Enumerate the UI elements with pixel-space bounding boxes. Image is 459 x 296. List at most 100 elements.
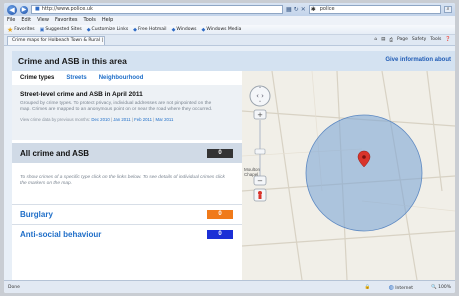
zoom-icon: 🔍 [431, 284, 437, 290]
globe-icon: ◍ [388, 283, 394, 291]
search-text: police [319, 6, 335, 12]
category-anti-social-behaviour[interactable]: Anti-social behaviour 0 [12, 224, 242, 243]
svg-text:‹ ›: ‹ › [256, 92, 264, 100]
month-link[interactable]: Dec 2010 [91, 117, 109, 122]
browser-toolbar: ◀ ▶ ■ http://www.police.uk ▦ ↻ ✕ ✱ polic… [4, 3, 455, 16]
monitor-bezel: ◀ ▶ ■ http://www.police.uk ▦ ↻ ✕ ✱ polic… [0, 0, 459, 296]
fav-customize-links[interactable]: ◆ Customize Links [87, 27, 128, 33]
map-canvas[interactable]: ‹ › ˄ ˅ + − Moulton Chapel [242, 71, 455, 280]
fav-label: Free Hotmail [138, 27, 167, 32]
crime-panel: Crime types Streets Neighbourhood Street… [12, 71, 242, 280]
zoom-level[interactable]: 🔍 100% [431, 285, 451, 290]
internet-zone: ◍ Internet [389, 284, 414, 291]
security-icon: 🔒 [364, 284, 371, 290]
category-burglary[interactable]: Burglary 0 [12, 204, 242, 223]
favorites-button[interactable]: ★ Favorites [7, 26, 35, 34]
instructions-text: To show crimes of a specific type click … [20, 175, 225, 186]
menu-view[interactable]: View [37, 16, 49, 25]
stop-icon[interactable]: ✕ [301, 6, 306, 13]
menu-bar: File Edit View Favorites Tools Help [4, 16, 455, 25]
fav-free-hotmail[interactable]: ◆ Free Hotmail [133, 27, 166, 33]
command-bar: ⌂ ▤ ⎙ Page Safety Tools ❓ [374, 37, 455, 43]
zone-label: Internet [395, 285, 414, 291]
previous-months-label: View crime data by previous months: [20, 117, 91, 122]
home-icon[interactable]: ⌂ [374, 37, 377, 43]
cmd-tools[interactable]: Tools [430, 37, 441, 43]
tab-streets[interactable]: Streets [66, 75, 86, 81]
description-box: Street-level crime and ASB in April 2011… [12, 85, 242, 140]
status-text: Done [8, 284, 20, 290]
fav-suggested-sites[interactable]: ▣ Suggested Sites [40, 27, 82, 33]
address-tools: ▦ ↻ ✕ [286, 6, 306, 13]
page-content: Crime and ASB in this area Give informat… [4, 46, 455, 280]
month-link[interactable]: Feb 2011 [134, 117, 152, 122]
favorites-bar: ★ Favorites ▣ Suggested Sites ◆ Customize … [4, 25, 455, 35]
compatibility-icon[interactable]: ▦ [286, 6, 292, 13]
help-icon[interactable]: ❓ [445, 37, 451, 43]
all-crime-label: All crime and ASB [20, 148, 90, 158]
menu-edit[interactable]: Edit [21, 16, 31, 25]
feeds-icon[interactable]: ▤ [381, 37, 385, 43]
zoom-label: 100% [438, 284, 451, 290]
crime-map[interactable]: ‹ › ˄ ˅ + − Moulton Chapel [242, 71, 455, 280]
status-bar: Done 🔒 ◍ Internet 🔍 100% [4, 280, 455, 293]
tab-neighbourhood[interactable]: Neighbourhood [99, 75, 144, 81]
address-text: http://www.police.uk [41, 6, 93, 12]
browser-window: ◀ ▶ ■ http://www.police.uk ▦ ↻ ✕ ✱ polic… [4, 3, 455, 293]
refresh-icon[interactable]: ↻ [294, 6, 299, 13]
map-place-label: Moulton Chapel [244, 167, 261, 177]
svg-text:−: − [257, 177, 263, 185]
pan-control[interactable]: ‹ › ˄ ˅ [249, 85, 271, 107]
description-body: Grouped by crime types. To protect priva… [20, 101, 213, 112]
street-view-pegman-icon[interactable] [253, 188, 267, 202]
category-label: Burglary [20, 209, 53, 219]
forward-button[interactable]: ▶ [20, 5, 28, 14]
search-go-icon[interactable]: ⌕ [444, 6, 452, 13]
panel-header: Crime and ASB in this area Give informat… [12, 51, 455, 71]
zoom-out-button[interactable]: − [253, 175, 267, 186]
give-information-link[interactable]: Give information about [385, 57, 451, 63]
window-controls: ⌕ [444, 6, 452, 13]
tab-bar: Crime maps for Holbeach Town & Rural | P… [4, 35, 455, 46]
link-icon: ◆ [171, 26, 176, 33]
all-crime-row[interactable]: All crime and ASB 0 [12, 143, 242, 163]
description-title: Street-level crime and ASB in April 2011 [20, 91, 143, 98]
fav-label: Customize Links [91, 27, 129, 32]
category-label: Anti-social behaviour [20, 229, 102, 239]
all-crime-count: 0 [207, 148, 233, 158]
page-favicon: ■ [35, 6, 40, 12]
menu-file[interactable]: File [7, 16, 15, 25]
fav-windows[interactable]: ◆ Windows [172, 27, 197, 33]
fav-label: Windows [176, 27, 197, 32]
month-link[interactable]: Mar 2011 [156, 117, 174, 122]
category-count: 0 [207, 229, 233, 239]
page-title: Crime and ASB in this area [18, 56, 127, 66]
fav-windows-media[interactable]: ◆ Windows Media [202, 27, 242, 33]
search-input[interactable]: ✱ police [308, 5, 441, 14]
fav-label: Suggested Sites [45, 27, 82, 32]
link-icon: ◆ [201, 26, 206, 33]
link-icon: ▣ [39, 26, 45, 33]
cmd-page[interactable]: Page [397, 37, 408, 43]
browser-tab[interactable]: Crime maps for Holbeach Town & Rural | P… [7, 35, 105, 45]
category-count: 0 [207, 209, 233, 219]
menu-help[interactable]: Help [102, 16, 113, 25]
menu-favorites[interactable]: Favorites [55, 16, 78, 25]
search-engine-icon: ✱ [310, 6, 316, 13]
cmd-safety[interactable]: Safety [412, 37, 426, 43]
back-button[interactable]: ◀ [7, 4, 17, 15]
link-icon: ◆ [133, 26, 138, 33]
svg-text:+: + [257, 111, 263, 119]
zoom-slider-handle[interactable] [254, 148, 266, 155]
search-radius-circle [305, 114, 423, 232]
fav-label: Windows Media [206, 27, 242, 32]
view-tabs: Crime types Streets Neighbourhood [12, 71, 242, 85]
menu-tools[interactable]: Tools [84, 16, 96, 25]
tab-crime-types[interactable]: Crime types [20, 75, 54, 81]
favorites-label: Favorites [14, 27, 35, 32]
star-icon: ★ [7, 25, 14, 34]
address-bar[interactable]: ■ http://www.police.uk [31, 5, 283, 14]
zoom-in-button[interactable]: + [253, 109, 267, 120]
month-link[interactable]: Jan 2011 [113, 117, 130, 122]
print-icon[interactable]: ⎙ [389, 37, 393, 43]
